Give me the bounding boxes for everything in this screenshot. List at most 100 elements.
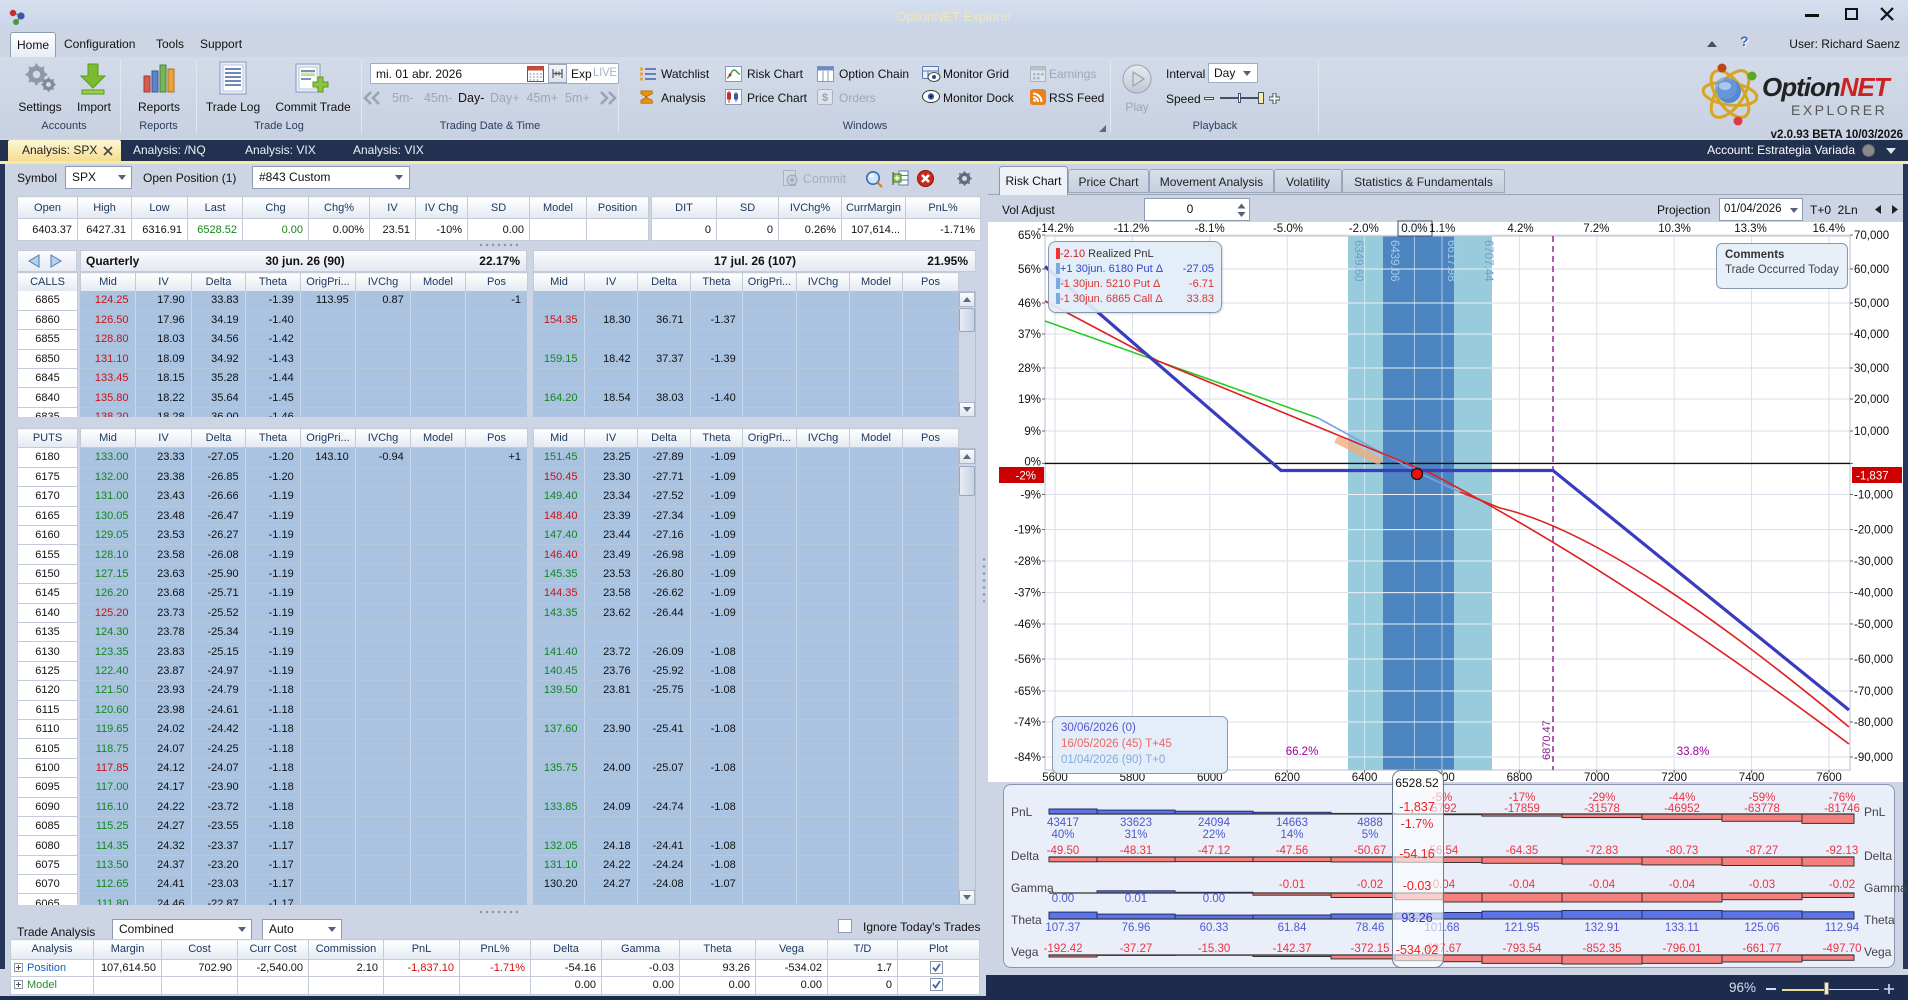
svg-text:Delta: Delta: [1011, 849, 1039, 863]
svg-text:-63778: -63778: [1744, 803, 1780, 815]
svg-text:4.2%: 4.2%: [1507, 223, 1533, 235]
svg-text:7200: 7200: [1661, 772, 1687, 782]
svg-text:-84%: -84%: [1014, 752, 1041, 764]
svg-text:50,000: 50,000: [1854, 298, 1889, 310]
svg-text:-80,000: -80,000: [1854, 717, 1893, 729]
svg-text:28%: 28%: [1018, 363, 1041, 375]
svg-text:10,000: 10,000: [1854, 426, 1889, 438]
svg-text:-0.02: -0.02: [1357, 879, 1383, 891]
svg-text:-10,000: -10,000: [1854, 490, 1893, 502]
svg-text:132.91: 132.91: [1584, 922, 1619, 934]
svg-text:-0.01: -0.01: [1279, 879, 1305, 891]
svg-text:-28%: -28%: [1014, 556, 1041, 568]
svg-text:-47.56: -47.56: [1276, 845, 1309, 857]
svg-text:-5.0%: -5.0%: [1273, 223, 1303, 235]
svg-text:60,000: 60,000: [1854, 264, 1889, 276]
svg-text:-661.77: -661.77: [1742, 943, 1781, 955]
svg-text:14%: 14%: [1280, 829, 1303, 841]
svg-text:Gamma: Gamma: [1864, 881, 1907, 895]
svg-text:-9%: -9%: [1021, 490, 1041, 502]
svg-text:6200: 6200: [1274, 772, 1300, 782]
svg-text:-40,000: -40,000: [1854, 588, 1893, 600]
svg-text:-0.04: -0.04: [1589, 879, 1616, 891]
svg-text:65%: 65%: [1018, 230, 1041, 242]
svg-text:-19%: -19%: [1014, 525, 1041, 537]
svg-text:-2.0%: -2.0%: [1349, 223, 1379, 235]
svg-text:1.1%: 1.1%: [1429, 223, 1455, 235]
svg-text:20,000: 20,000: [1854, 394, 1889, 406]
svg-text:-74%: -74%: [1014, 717, 1041, 729]
svg-text:Vega: Vega: [1011, 945, 1039, 959]
svg-text:-0.03: -0.03: [1749, 879, 1775, 891]
svg-text:-64.35: -64.35: [1506, 845, 1539, 857]
svg-text:56%: 56%: [1018, 264, 1041, 276]
svg-text:-17859: -17859: [1504, 803, 1540, 815]
svg-text:14663: 14663: [1276, 817, 1308, 829]
svg-text:0.00: 0.00: [1052, 893, 1074, 905]
svg-text:7000: 7000: [1584, 772, 1610, 782]
svg-text:19%: 19%: [1018, 394, 1041, 406]
svg-text:4888: 4888: [1357, 817, 1383, 829]
svg-text:60.33: 60.33: [1200, 922, 1229, 934]
svg-text:-852.35: -852.35: [1582, 943, 1621, 955]
svg-text:-72.83: -72.83: [1586, 845, 1619, 857]
svg-text:-15.30: -15.30: [1198, 943, 1231, 955]
svg-text:46%: 46%: [1018, 298, 1041, 310]
svg-text:-47.12: -47.12: [1198, 845, 1231, 857]
svg-text:66.2%: 66.2%: [1286, 746, 1319, 758]
svg-text:33.8%: 33.8%: [1677, 746, 1710, 758]
svg-text:Delta: Delta: [1864, 849, 1892, 863]
svg-text:76.96: 76.96: [1122, 922, 1151, 934]
svg-text:10.3%: 10.3%: [1658, 223, 1691, 235]
svg-text:-46%: -46%: [1014, 619, 1041, 631]
svg-text:-14.2%: -14.2%: [1037, 223, 1073, 235]
svg-text:121.95: 121.95: [1504, 922, 1539, 934]
svg-text:61.84: 61.84: [1278, 922, 1307, 934]
svg-text:43417: 43417: [1047, 817, 1079, 829]
svg-text:-31578: -31578: [1584, 803, 1620, 815]
svg-text:13.3%: 13.3%: [1734, 223, 1767, 235]
svg-text:7400: 7400: [1739, 772, 1765, 782]
svg-text:-142.37: -142.37: [1272, 943, 1311, 955]
svg-text:-2%: -2%: [1016, 471, 1036, 483]
svg-text:0.01: 0.01: [1125, 893, 1147, 905]
svg-text:Theta: Theta: [1864, 913, 1895, 927]
svg-text:-80.73: -80.73: [1666, 845, 1699, 857]
svg-text:22%: 22%: [1202, 829, 1225, 841]
svg-text:78.46: 78.46: [1356, 922, 1385, 934]
svg-text:-0.02: -0.02: [1829, 879, 1855, 891]
svg-text:37%: 37%: [1018, 329, 1041, 341]
svg-text:6349.60: 6349.60: [1352, 240, 1364, 282]
svg-text:-60,000: -60,000: [1854, 654, 1893, 666]
svg-text:-30,000: -30,000: [1854, 556, 1893, 568]
svg-text:-46952: -46952: [1664, 803, 1700, 815]
svg-text:40,000: 40,000: [1854, 329, 1889, 341]
svg-text:107.37: 107.37: [1045, 922, 1080, 934]
svg-text:6870.47: 6870.47: [1541, 720, 1553, 760]
svg-text:-92.13: -92.13: [1826, 845, 1859, 857]
svg-text:133.11: 133.11: [1665, 922, 1699, 934]
svg-text:70,000: 70,000: [1854, 230, 1889, 242]
svg-text:-90,000: -90,000: [1854, 752, 1893, 764]
svg-text:-65%: -65%: [1014, 686, 1041, 698]
svg-text:16.4%: 16.4%: [1812, 223, 1845, 235]
svg-text:$: $: [822, 92, 828, 104]
svg-text:-87.27: -87.27: [1746, 845, 1779, 857]
svg-text:-11.2%: -11.2%: [1114, 223, 1150, 235]
svg-text:-192.42: -192.42: [1043, 943, 1082, 955]
svg-text:-372.15: -372.15: [1350, 943, 1389, 955]
svg-text:-70,000: -70,000: [1854, 686, 1893, 698]
svg-text:6707.44: 6707.44: [1482, 240, 1494, 282]
svg-text:-49.50: -49.50: [1047, 845, 1080, 857]
svg-text:-37%: -37%: [1014, 588, 1041, 600]
svg-text:-37.27: -37.27: [1120, 943, 1153, 955]
svg-text:-8.1%: -8.1%: [1195, 223, 1225, 235]
svg-text:7.2%: 7.2%: [1583, 223, 1609, 235]
svg-text:Vega: Vega: [1864, 945, 1892, 959]
svg-text:-56%: -56%: [1014, 654, 1041, 666]
svg-text:-50.67: -50.67: [1354, 845, 1387, 857]
svg-text:40%: 40%: [1051, 829, 1074, 841]
svg-text:-497.70: -497.70: [1822, 943, 1861, 955]
svg-text:-1,837: -1,837: [1856, 471, 1889, 483]
svg-text:30,000: 30,000: [1854, 363, 1889, 375]
